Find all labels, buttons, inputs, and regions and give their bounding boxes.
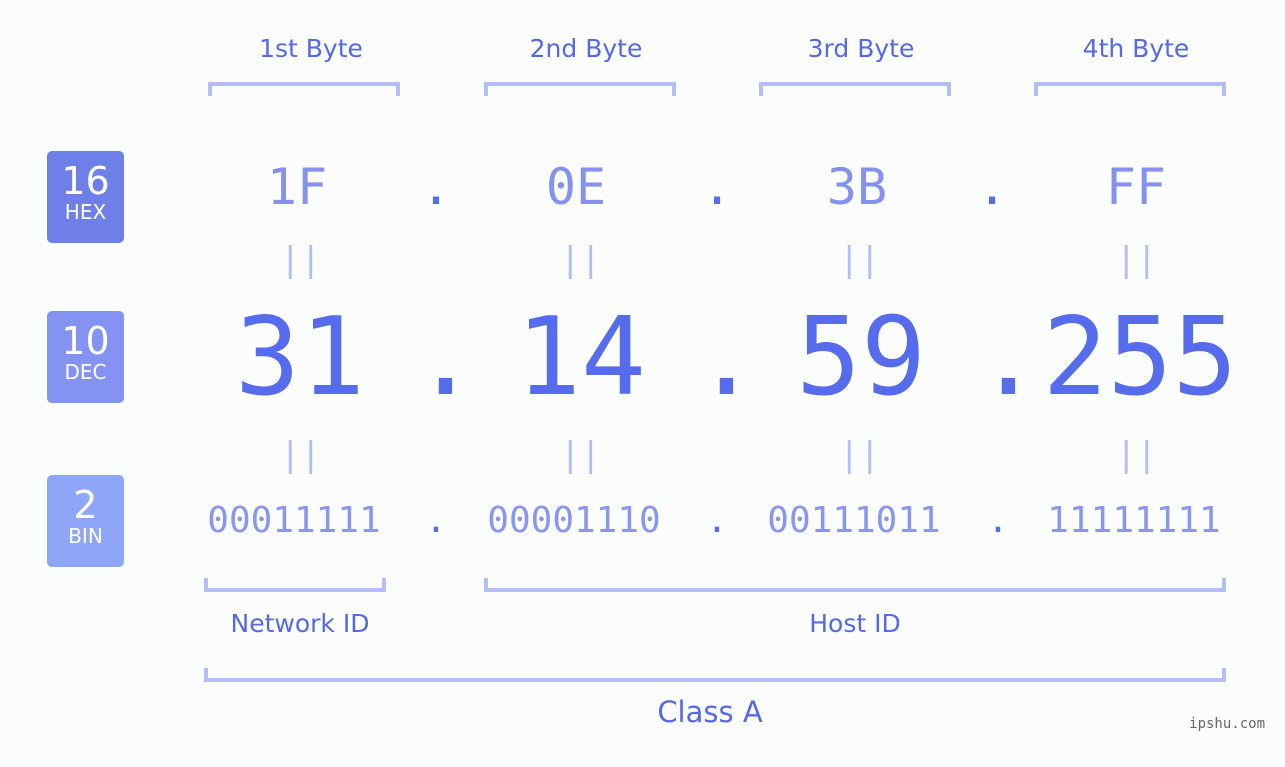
bin-value-3: 00111011 (767, 500, 941, 541)
equals-sign-bin-4: || (1116, 435, 1157, 475)
hex-badge: 16 HEX (47, 151, 124, 243)
dec-value-3: 59 (795, 295, 927, 420)
bin-value-1: 00011111 (207, 500, 381, 541)
network-id-bracket (204, 578, 386, 592)
network-id-label: Network ID (230, 609, 370, 638)
hex-separator-2: . (701, 158, 733, 216)
byte-bracket-3 (759, 82, 951, 96)
dec-separator-2: . (694, 295, 760, 420)
bin-badge-label: BIN (68, 524, 103, 548)
dec-separator-1: . (413, 295, 479, 420)
hex-value-4: FF (1105, 158, 1167, 216)
equals-sign-bin-1: || (280, 435, 321, 475)
bin-badge-number: 2 (73, 483, 98, 527)
byte-label-1: 1st Byte (259, 34, 363, 63)
equals-sign-bin-3: || (839, 435, 880, 475)
hex-value-2: 0E (545, 158, 607, 216)
watermark: ipshu.com (1189, 716, 1265, 732)
bin-separator-2: . (706, 500, 728, 541)
byte-bracket-1 (208, 82, 400, 96)
bin-badge: 2 BIN (47, 475, 124, 567)
class-bracket (204, 668, 1226, 682)
equals-sign-hex-3: || (839, 240, 880, 280)
byte-label-4: 4th Byte (1082, 34, 1190, 63)
equals-sign-bin-2: || (560, 435, 601, 475)
dec-badge-label: DEC (64, 360, 107, 384)
hex-badge-label: HEX (64, 200, 107, 224)
hex-value-1: 1F (266, 158, 328, 216)
dec-value-2: 14 (515, 295, 647, 420)
bin-value-4: 11111111 (1047, 500, 1221, 541)
bin-separator-1: . (425, 500, 447, 541)
dec-badge: 10 DEC (47, 311, 124, 403)
bin-value-2: 00001110 (487, 500, 661, 541)
dec-value-4: 255 (1042, 295, 1238, 420)
byte-label-3: 3rd Byte (807, 34, 915, 63)
class-label: Class A (657, 695, 763, 729)
equals-sign-hex-4: || (1116, 240, 1157, 280)
dec-badge-number: 10 (61, 319, 110, 363)
equals-sign-hex-2: || (560, 240, 601, 280)
byte-label-2: 2nd Byte (529, 34, 643, 63)
byte-bracket-2 (484, 82, 676, 96)
dec-value-1: 31 (234, 295, 366, 420)
hex-separator-3: . (976, 158, 1008, 216)
host-id-label: Host ID (809, 609, 901, 638)
hex-value-3: 3B (826, 158, 888, 216)
host-id-bracket (484, 578, 1226, 592)
dec-separator-3: . (976, 295, 1042, 420)
bin-separator-3: . (987, 500, 1009, 541)
hex-separator-1: . (420, 158, 452, 216)
hex-badge-number: 16 (61, 159, 110, 203)
equals-sign-hex-1: || (280, 240, 321, 280)
byte-bracket-4 (1034, 82, 1226, 96)
